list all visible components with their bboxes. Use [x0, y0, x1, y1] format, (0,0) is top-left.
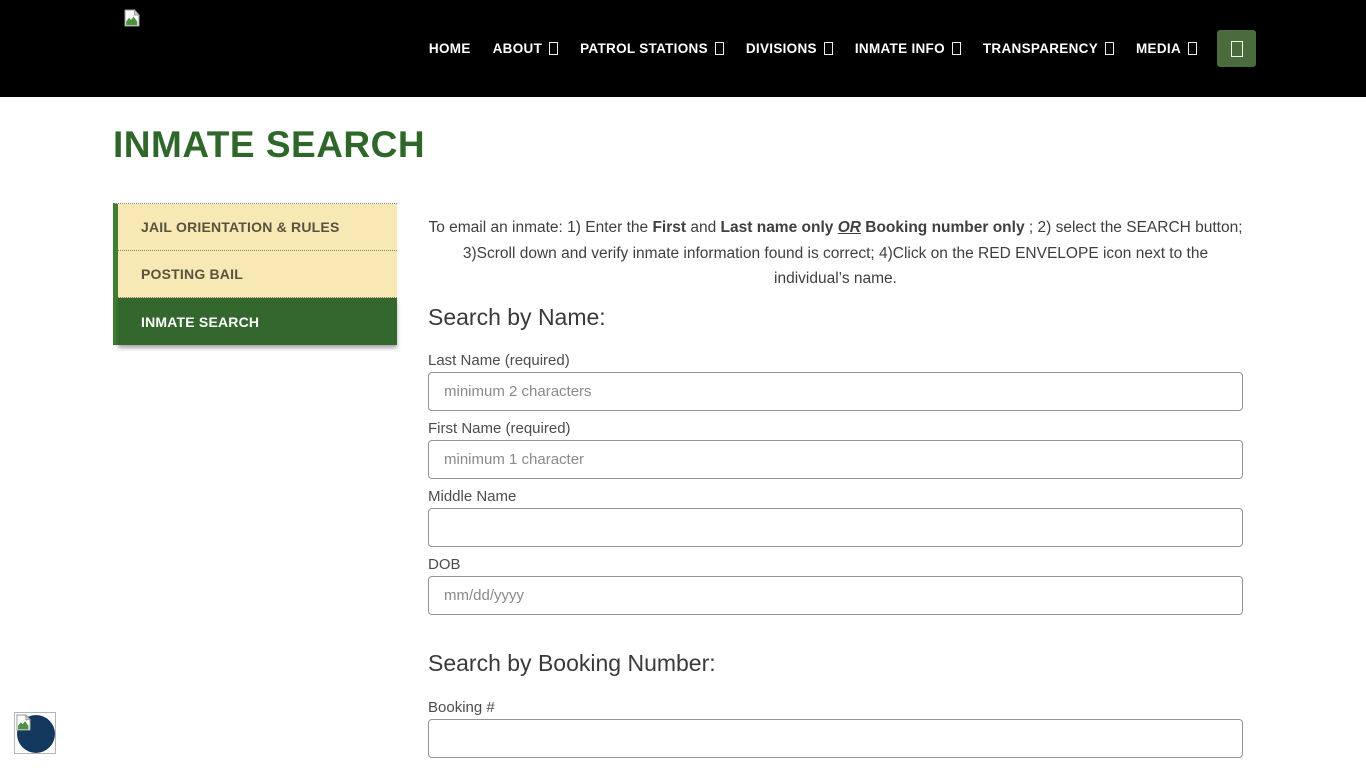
dropdown-missing-glyph-icon [549, 42, 558, 55]
nav-item-inmate-info[interactable]: INMATE INFO [855, 41, 961, 56]
first-name-field-group: First Name (required) [428, 420, 1243, 479]
search-by-name-heading: Search by Name: [428, 304, 1243, 331]
nav-item-about[interactable]: ABOUT [493, 41, 559, 56]
sidebar-nav: JAIL ORIENTATION & RULES POSTING BAIL IN… [113, 203, 397, 345]
nav-item-label: INMATE INFO [855, 41, 945, 56]
dob-label: DOB [428, 556, 1243, 573]
dropdown-missing-glyph-icon [1188, 42, 1197, 55]
instruction-text: To email an inmate: 1) Enter the [428, 219, 652, 236]
nav-item-label: MEDIA [1136, 41, 1181, 56]
sidebar-item-inmate-search[interactable]: INMATE SEARCH [118, 298, 397, 345]
first-name-label: First Name (required) [428, 420, 1243, 437]
nav-item-transparency[interactable]: TRANSPARENCY [983, 41, 1114, 56]
sidebar-item-label: JAIL ORIENTATION & RULES [141, 219, 339, 235]
instruction-text: and [686, 219, 720, 236]
dropdown-missing-glyph-icon [824, 42, 833, 55]
email-inmate-instructions: To email an inmate: 1) Enter the First a… [428, 215, 1243, 292]
sidebar-item-label: INMATE SEARCH [141, 314, 259, 330]
dropdown-missing-glyph-icon [715, 42, 724, 55]
accessibility-broken-image-icon [16, 714, 31, 731]
last-name-label: Last Name (required) [428, 352, 1243, 369]
nav-menu: HOME ABOUT PATROL STATIONS DIVISIONS INM… [407, 0, 1256, 97]
nav-item-media[interactable]: MEDIA [1136, 41, 1197, 56]
nav-item-label: TRANSPARENCY [983, 41, 1098, 56]
sidebar-item-label: POSTING BAIL [141, 266, 243, 282]
page-title: INMATE SEARCH [113, 124, 425, 166]
search-missing-glyph-icon [1231, 41, 1243, 57]
instruction-text-bold: Booking number only [865, 219, 1024, 236]
nav-item-label: PATROL STATIONS [580, 41, 708, 56]
main-content: To email an inmate: 1) Enter the First a… [428, 215, 1243, 758]
dropdown-missing-glyph-icon [952, 42, 961, 55]
last-name-input[interactable] [428, 372, 1243, 411]
nav-item-label: HOME [429, 41, 471, 56]
dob-input[interactable] [428, 576, 1243, 615]
booking-number-input[interactable] [428, 719, 1243, 758]
nav-item-home[interactable]: HOME [429, 41, 471, 56]
nav-item-label: ABOUT [493, 41, 543, 56]
last-name-field-group: Last Name (required) [428, 352, 1243, 411]
instruction-text-bold: First [652, 219, 686, 236]
middle-name-field-group: Middle Name [428, 488, 1243, 547]
booking-number-field-group: Booking # [428, 699, 1243, 758]
dob-field-group: DOB [428, 556, 1243, 615]
middle-name-label: Middle Name [428, 488, 1243, 505]
search-by-booking-heading: Search by Booking Number: [428, 650, 1243, 677]
nav-item-divisions[interactable]: DIVISIONS [746, 41, 833, 56]
middle-name-input[interactable] [428, 508, 1243, 547]
nav-search-button[interactable] [1217, 30, 1256, 67]
nav-item-patrol-stations[interactable]: PATROL STATIONS [580, 41, 724, 56]
dropdown-missing-glyph-icon [1105, 42, 1114, 55]
booking-number-label: Booking # [428, 699, 1243, 716]
accessibility-widget-button[interactable] [14, 712, 56, 754]
top-nav: HOME ABOUT PATROL STATIONS DIVISIONS INM… [0, 0, 1366, 97]
sidebar-item-posting-bail[interactable]: POSTING BAIL [118, 251, 397, 298]
logo-broken-image-icon[interactable] [124, 9, 140, 27]
instruction-text-bold: Last name only [721, 219, 838, 236]
nav-item-label: DIVISIONS [746, 41, 817, 56]
sidebar-item-jail-orientation-rules[interactable]: JAIL ORIENTATION & RULES [118, 204, 397, 251]
first-name-input[interactable] [428, 440, 1243, 479]
instruction-text-or: OR [838, 219, 861, 236]
